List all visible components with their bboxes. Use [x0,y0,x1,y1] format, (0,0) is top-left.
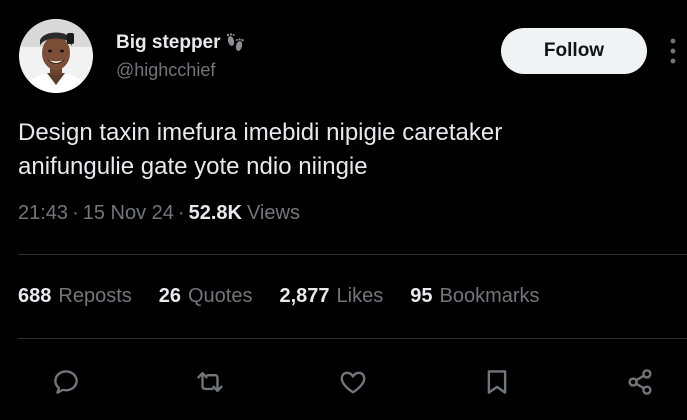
bookmark-button[interactable] [477,362,517,402]
follow-button[interactable]: Follow [501,28,647,74]
views-label: Views [246,202,300,224]
reposts-count: 688 [18,285,52,307]
author-display-name[interactable]: Big stepper [116,32,221,54]
likes-count: 2,877 [279,285,330,307]
footprints-icon [224,32,246,54]
reposts-label: Reposts [58,285,132,307]
meta-separator: · [177,202,185,224]
likes-label: Likes [336,285,384,307]
quotes-label: Quotes [188,285,253,307]
stat-bookmarks[interactable]: 95 Bookmarks [410,285,539,308]
like-button[interactable] [333,362,373,402]
stat-quotes[interactable]: 26 Quotes [159,285,253,308]
heart-icon [340,371,366,394]
more-vertical-icon [670,38,676,64]
tweet-date[interactable]: 15 Nov 24 [83,202,174,225]
divider [18,338,687,339]
action-bar [0,362,687,404]
reply-button[interactable] [46,362,86,402]
avatar-image [19,19,93,93]
avatar[interactable] [19,19,93,93]
stat-reposts[interactable]: 688 Reposts [18,285,132,308]
reply-icon [54,370,78,394]
tweet-text: Design taxin imefura imebidi nipigie car… [18,119,503,180]
repost-button[interactable] [190,362,230,402]
bookmarks-label: Bookmarks [439,285,540,307]
meta-separator: · [72,202,79,224]
author-name-row[interactable]: Big stepper [116,32,246,54]
share-button[interactable] [620,362,660,402]
tweet-time[interactable]: 21:43 [18,202,68,225]
engagement-stats: 688 Reposts 26 Quotes 2,877 Likes 95 Boo… [18,285,567,308]
quotes-count: 26 [158,285,181,307]
bookmarks-count: 95 [410,285,433,307]
repost-icon [197,372,223,392]
more-options-button[interactable] [662,34,684,68]
stat-likes[interactable]: 2,877 Likes [279,285,383,308]
views-count: 52.8K [188,202,242,224]
divider [18,254,687,255]
author-handle[interactable]: @highcchief [116,60,215,81]
bookmark-icon [487,370,507,394]
share-icon [628,369,652,395]
tweet-meta: 21:43 · 15 Nov 24 · 52.8K Views [18,202,300,225]
